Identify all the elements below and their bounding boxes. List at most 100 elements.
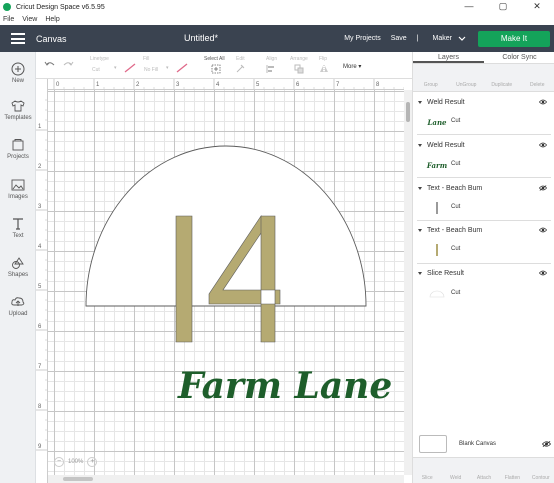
chevron-down-icon — [458, 36, 466, 41]
project-title[interactable]: Untitled* — [184, 33, 218, 43]
align-label: Align — [266, 56, 278, 62]
sidebar-item-upload[interactable]: Upload — [0, 295, 36, 317]
chevron-down-icon: ▾ — [114, 65, 117, 71]
expand-arrow-icon[interactable] — [418, 271, 422, 275]
fill-color-icon[interactable] — [176, 63, 188, 73]
window-controls: — ▢ ✕ — [452, 0, 554, 14]
farm-lane-text[interactable]: Farm Lane — [177, 365, 392, 407]
more-button[interactable]: More ▾ — [343, 63, 361, 70]
eye-icon[interactable] — [539, 226, 547, 234]
eye-icon[interactable] — [539, 98, 547, 106]
divider — [417, 263, 551, 264]
select-all-icon[interactable] — [211, 64, 221, 74]
sidebar-item-shapes[interactable]: Shapes — [0, 256, 36, 278]
expand-arrow-icon[interactable] — [418, 228, 422, 232]
layer-sublayer[interactable]: Farm Cut — [413, 155, 554, 175]
make-it-button[interactable]: Make It — [478, 30, 550, 47]
linetype-color-icon[interactable] — [124, 63, 136, 73]
plus-icon — [11, 62, 25, 76]
zoom-in-button[interactable]: + — [87, 457, 98, 467]
text-icon — [13, 218, 23, 230]
zoom-out-button[interactable]: − — [54, 457, 64, 467]
ruler-label: 0 — [56, 82, 60, 88]
flip-label: Flip — [319, 56, 328, 62]
layer-thumbnail — [427, 201, 447, 215]
hamburger-menu-icon[interactable] — [11, 33, 25, 44]
menu-help[interactable]: Help — [45, 16, 59, 23]
align-icon[interactable] — [266, 64, 276, 74]
duplicate-button[interactable]: Duplicate — [484, 64, 520, 91]
eye-hidden-icon[interactable] — [542, 440, 551, 448]
menu-file[interactable]: File — [3, 16, 14, 23]
layer-sublayer[interactable]: Cut — [413, 198, 554, 218]
tab-layers[interactable]: Layers — [413, 52, 484, 63]
flip-icon[interactable] — [319, 64, 329, 74]
header-separator: | — [416, 35, 419, 42]
sidebar-item-templates[interactable]: Templates — [0, 99, 36, 121]
eye-icon[interactable] — [539, 269, 547, 277]
blank-canvas-swatch[interactable] — [419, 435, 447, 453]
expand-arrow-icon[interactable] — [418, 186, 422, 190]
weld-button[interactable]: Weld — [441, 458, 469, 483]
canvas-artwork: Farm Lane — [85, 145, 392, 407]
layer-row[interactable]: Weld Result — [413, 95, 554, 109]
menu-view[interactable]: View — [22, 16, 37, 23]
expand-arrow-icon[interactable] — [418, 143, 422, 147]
sidebar-label: Shapes — [7, 272, 29, 278]
close-button[interactable]: ✕ — [520, 0, 554, 14]
fill-select[interactable]: No Fill — [144, 67, 158, 73]
layer-sublayer[interactable]: Cut — [413, 240, 554, 260]
sidebar-item-text[interactable]: Text — [0, 217, 36, 239]
design-canvas[interactable]: Farm Lane — [48, 90, 404, 475]
ruler-label: 9 — [38, 444, 42, 450]
attach-button[interactable]: Attach — [470, 458, 498, 483]
machine-select[interactable]: Maker — [433, 35, 466, 42]
layer-thumbnail — [427, 243, 447, 257]
layer-thumbnail: Lane — [427, 115, 447, 129]
projects-icon — [12, 139, 24, 151]
blank-canvas-row[interactable]: Blank Canvas — [419, 433, 551, 455]
layer-sublayer[interactable]: Cut — [413, 284, 554, 304]
linetype-select[interactable]: Cut — [92, 67, 100, 73]
sidebar-item-images[interactable]: Images — [0, 178, 36, 200]
ruler-label: 7 — [336, 82, 340, 88]
eye-hidden-icon[interactable] — [539, 184, 547, 192]
layer-operation: Cut — [451, 118, 461, 124]
eye-icon[interactable] — [539, 141, 547, 149]
layer-name: Slice Result — [427, 269, 464, 277]
sidebar-item-new[interactable]: New — [0, 62, 36, 84]
vertical-scrollbar[interactable] — [404, 90, 412, 475]
ruler-label: 4 — [38, 244, 42, 250]
left-sidebar: New Templates Projects Images Text Shape… — [0, 52, 36, 483]
edit-toolbar: Linetype Cut ▾ Fill No Fill ▾ Select All… — [36, 52, 412, 79]
flatten-button[interactable]: Flatten — [498, 458, 526, 483]
layer-row[interactable]: Text - Beach Bum — [413, 223, 554, 237]
sidebar-item-projects[interactable]: Projects — [0, 138, 36, 160]
expand-arrow-icon[interactable] — [418, 100, 422, 104]
minimize-button[interactable]: — — [452, 0, 486, 14]
contour-button[interactable]: Contour — [527, 458, 554, 483]
sidebar-label: Projects — [7, 154, 29, 160]
ungroup-button[interactable]: UnGroup — [449, 64, 485, 91]
slice-button[interactable]: Slice — [413, 458, 441, 483]
delete-button[interactable]: Delete — [520, 64, 554, 91]
ruler-label: 5 — [38, 284, 42, 290]
layer-row[interactable]: Text - Beach Bum — [413, 181, 554, 195]
redo-icon[interactable] — [62, 60, 74, 69]
horizontal-scrollbar[interactable] — [48, 475, 404, 483]
layer-row[interactable]: Weld Result — [413, 138, 554, 152]
save-button[interactable]: Save — [391, 35, 407, 42]
my-projects-link[interactable]: My Projects — [344, 35, 381, 42]
sidebar-label: New — [11, 78, 24, 84]
undo-icon[interactable] — [44, 60, 56, 69]
arrange-icon[interactable] — [294, 64, 304, 74]
edit-icon[interactable] — [235, 64, 245, 74]
layer-row[interactable]: Slice Result — [413, 266, 554, 280]
layers-panel: Layers Color Sync Group UnGroup Duplicat… — [412, 52, 554, 483]
group-button[interactable]: Group — [413, 64, 449, 91]
ruler-label: 3 — [176, 82, 180, 88]
tab-color-sync[interactable]: Color Sync — [484, 52, 554, 63]
layer-sublayer[interactable]: Lane Cut — [413, 112, 554, 132]
ruler-label: 3 — [38, 204, 42, 210]
maximize-button[interactable]: ▢ — [486, 0, 520, 14]
